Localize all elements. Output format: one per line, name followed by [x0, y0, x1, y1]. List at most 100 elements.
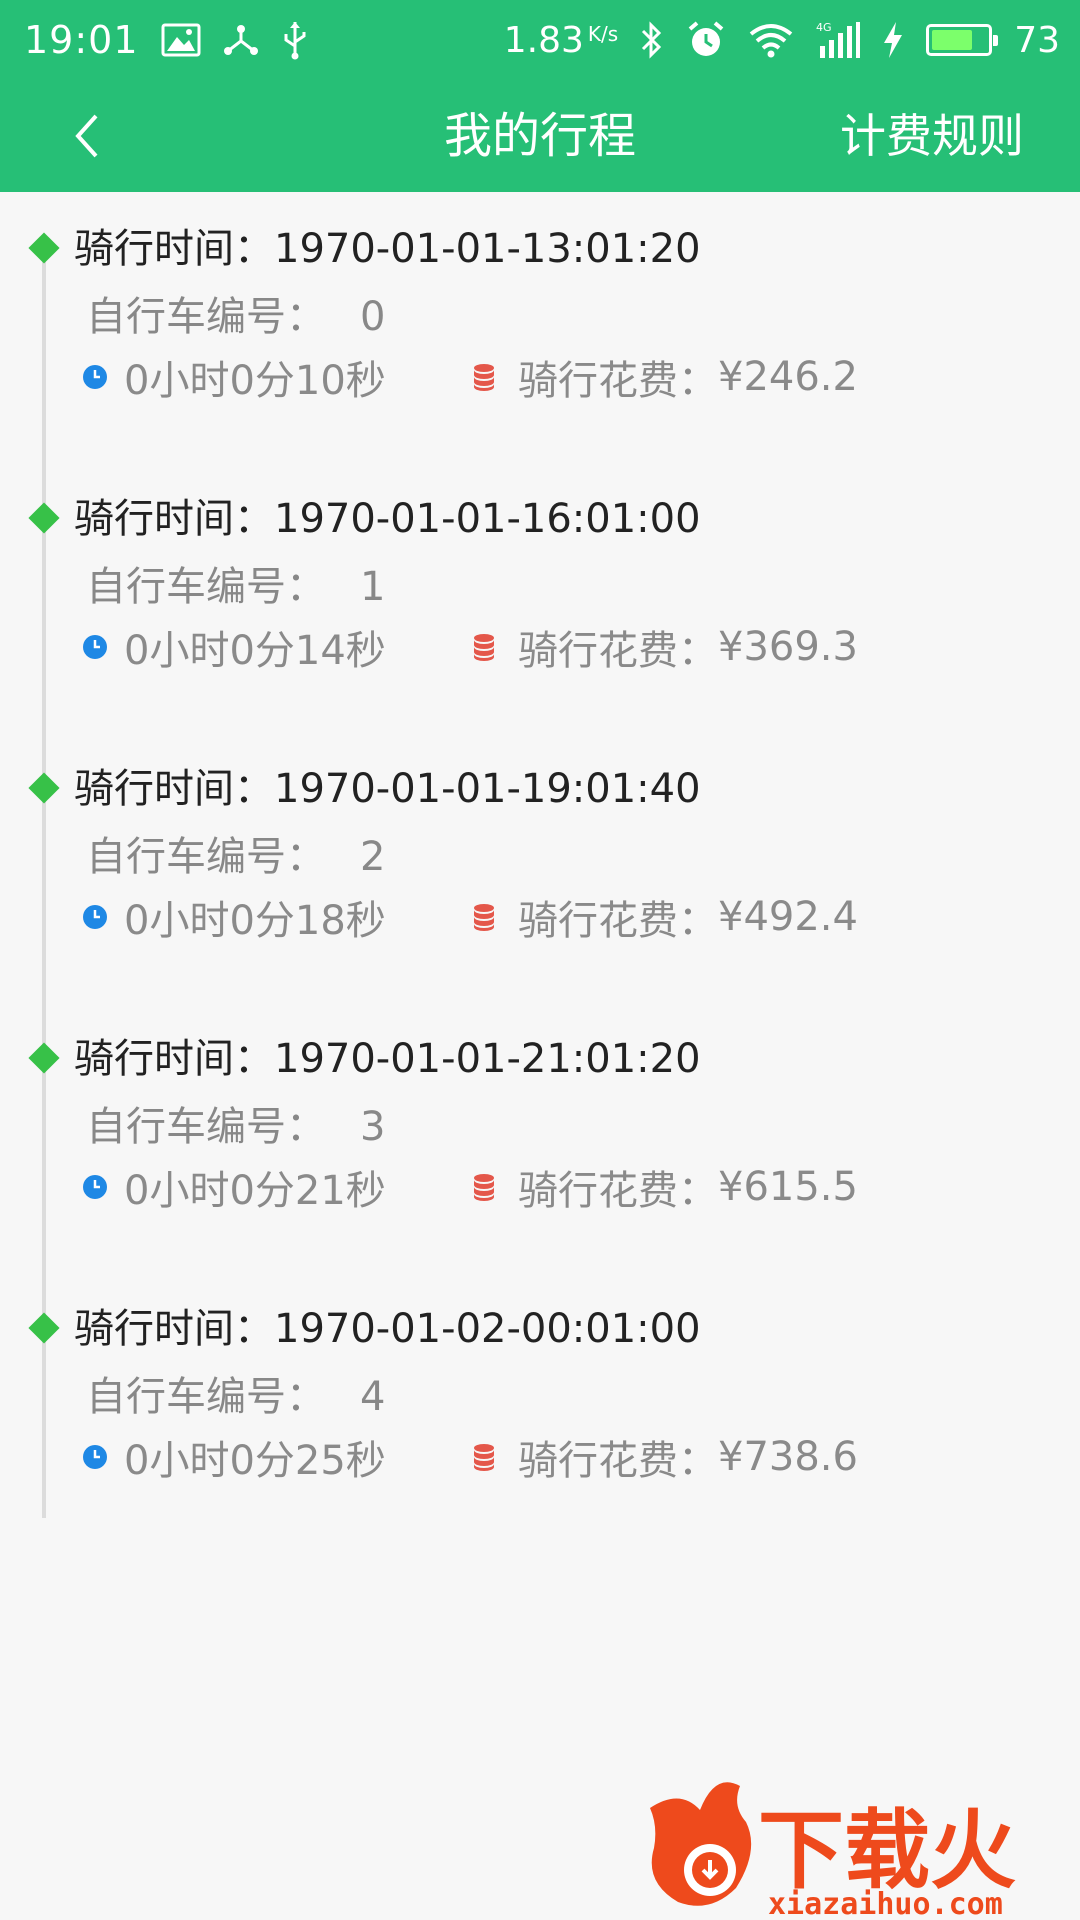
- ride-duration-value: 0小时0分18秒: [124, 898, 386, 944]
- ride-time-value: 1970-01-01-13:01:20: [274, 226, 701, 272]
- nav-bar: 我的行程 计费规则: [0, 80, 1080, 192]
- bike-number-label: 自行车编号：: [86, 564, 326, 610]
- ride-time: 骑行时间：1970-01-01-13:01:20: [74, 216, 701, 274]
- timeline-marker-icon: [28, 502, 60, 534]
- coins-icon: [474, 1174, 494, 1201]
- battery-fill: [932, 30, 972, 50]
- coins-icon: [474, 1444, 494, 1471]
- ride-time-label: 骑行时间：: [74, 1036, 274, 1082]
- ride-cost: 骑行花费： ¥369.3: [472, 618, 858, 676]
- bike-number: 自行车编号： 3: [86, 1094, 385, 1152]
- watermark-site: xiazaihuo.com: [768, 1887, 1003, 1920]
- trip-item[interactable]: 骑行时间：1970-01-01-16:01:00 自行车编号： 1 0小时0分14…: [0, 462, 1080, 732]
- trip-item[interactable]: 骑行时间：1970-01-01-21:01:20 自行车编号： 3 0小时0分21…: [0, 1002, 1080, 1272]
- ride-duration-value: 0小时0分25秒: [124, 1438, 386, 1484]
- ride-time-label: 骑行时间：: [74, 226, 274, 272]
- ride-time-label: 骑行时间：: [74, 496, 274, 542]
- ride-time-value: 1970-01-01-16:01:00: [274, 496, 701, 542]
- ride-duration-value: 0小时0分10秒: [124, 358, 386, 404]
- bike-number-label: 自行车编号：: [86, 834, 326, 880]
- bike-number-value: 1: [360, 564, 386, 610]
- bike-number: 自行车编号： 1: [86, 554, 385, 612]
- battery-icon: [926, 24, 999, 56]
- app-screen: 19:01 1.83 K/s 4G 73 我的行程 计费规则 骑行时间：1970…: [0, 0, 1080, 1920]
- ride-time-value: 1970-01-02-00:01:00: [274, 1306, 701, 1352]
- ride-cost-label: 骑行花费：: [518, 628, 718, 674]
- ride-cost-label: 骑行花费：: [518, 898, 718, 944]
- watermark-logo: 下载火 xiazaihuo.com: [650, 1782, 1016, 1920]
- bike-number-value: 2: [360, 834, 386, 880]
- ride-cost-value: ¥615.5: [718, 1164, 858, 1210]
- clock-icon: [83, 365, 107, 389]
- ride-cost-value: ¥492.4: [718, 894, 858, 940]
- timeline-marker-icon: [28, 1042, 60, 1074]
- timeline-marker-icon: [28, 1312, 60, 1344]
- bike-number-value: 3: [360, 1104, 386, 1150]
- signal-icon: 4G: [816, 21, 861, 58]
- status-left: 19:01: [24, 18, 309, 62]
- billing-rules-button[interactable]: 计费规则: [840, 80, 1024, 192]
- ride-duration: 0小时0分18秒: [82, 888, 386, 946]
- chevron-left-icon: [75, 114, 98, 158]
- ride-cost-label: 骑行花费：: [518, 1168, 718, 1214]
- ride-cost-label: 骑行花费：: [518, 1438, 718, 1484]
- bluetooth-icon: [642, 21, 662, 59]
- gallery-icon: [161, 23, 201, 57]
- trip-timeline: 骑行时间：1970-01-01-13:01:20 自行车编号： 0 0小时0分10…: [0, 192, 1080, 1920]
- network-speed-value: 1.83: [503, 19, 584, 61]
- ride-cost-label: 骑行花费：: [518, 358, 718, 404]
- ride-time-label: 骑行时间：: [74, 1306, 274, 1352]
- status-right: 1.83 K/s 4G 73: [504, 20, 1060, 61]
- ride-cost: 骑行花费： ¥246.2: [472, 348, 858, 406]
- ride-duration-value: 0小时0分21秒: [124, 1168, 386, 1214]
- wifi-icon: [749, 24, 793, 58]
- ride-cost-value: ¥246.2: [718, 354, 858, 400]
- alarm-icon: [688, 21, 724, 56]
- bike-number-label: 自行车编号：: [86, 294, 326, 340]
- ride-cost-value: ¥369.3: [718, 624, 858, 670]
- bike-number-value: 4: [360, 1374, 386, 1420]
- back-button[interactable]: [52, 100, 124, 172]
- trip-item[interactable]: 骑行时间：1970-01-01-19:01:40 自行车编号： 2 0小时0分18…: [0, 732, 1080, 1002]
- svg-text:4G: 4G: [816, 21, 832, 34]
- clock-icon: [83, 635, 107, 659]
- status-time: 19:01: [24, 18, 139, 62]
- timeline-marker-icon: [28, 772, 60, 804]
- ride-duration: 0小时0分10秒: [82, 348, 386, 406]
- ride-time: 骑行时间：1970-01-01-21:01:20: [74, 1026, 701, 1084]
- ride-duration-value: 0小时0分14秒: [124, 628, 386, 674]
- network-speed-unit: K/s: [587, 21, 619, 46]
- bike-number-value: 0: [360, 294, 386, 340]
- charging-icon: [884, 22, 903, 58]
- trip-item[interactable]: 骑行时间：1970-01-02-00:01:00 自行车编号： 4 0小时0分25…: [0, 1272, 1080, 1542]
- ride-duration: 0小时0分14秒: [82, 618, 386, 676]
- battery-percent: 73: [1014, 19, 1060, 61]
- bike-number: 自行车编号： 0: [86, 284, 385, 342]
- bike-number: 自行车编号： 2: [86, 824, 385, 882]
- bike-number-label: 自行车编号：: [86, 1374, 326, 1420]
- timeline-marker-icon: [28, 232, 60, 264]
- ride-cost: 骑行花费： ¥492.4: [472, 888, 858, 946]
- ride-cost: 骑行花费： ¥615.5: [472, 1158, 858, 1216]
- clock-icon: [83, 1445, 107, 1469]
- coins-icon: [474, 904, 494, 931]
- bike-number-label: 自行车编号：: [86, 1104, 326, 1150]
- ride-time: 骑行时间：1970-01-02-00:01:00: [74, 1296, 701, 1354]
- ride-time-value: 1970-01-01-21:01:20: [274, 1036, 701, 1082]
- watermark-brand: 下载火: [758, 1801, 1016, 1901]
- ride-time-value: 1970-01-01-19:01:40: [274, 766, 701, 812]
- bike-number: 自行车编号： 4: [86, 1364, 385, 1422]
- coins-icon: [474, 634, 494, 661]
- clock-icon: [83, 1175, 107, 1199]
- ride-time-label: 骑行时间：: [74, 766, 274, 812]
- clock-icon: [83, 905, 107, 929]
- share-icon: [223, 25, 258, 55]
- trip-item[interactable]: 骑行时间：1970-01-01-13:01:20 自行车编号： 0 0小时0分10…: [0, 192, 1080, 462]
- ride-cost: 骑行花费： ¥738.6: [472, 1428, 858, 1486]
- usb-icon: [284, 22, 306, 60]
- ride-time: 骑行时间：1970-01-01-16:01:00: [74, 486, 701, 544]
- status-bar: 19:01 1.83 K/s 4G 73: [0, 0, 1080, 80]
- coins-icon: [474, 364, 494, 391]
- ride-duration: 0小时0分21秒: [82, 1158, 386, 1216]
- network-speed: 1.83 K/s: [504, 20, 618, 61]
